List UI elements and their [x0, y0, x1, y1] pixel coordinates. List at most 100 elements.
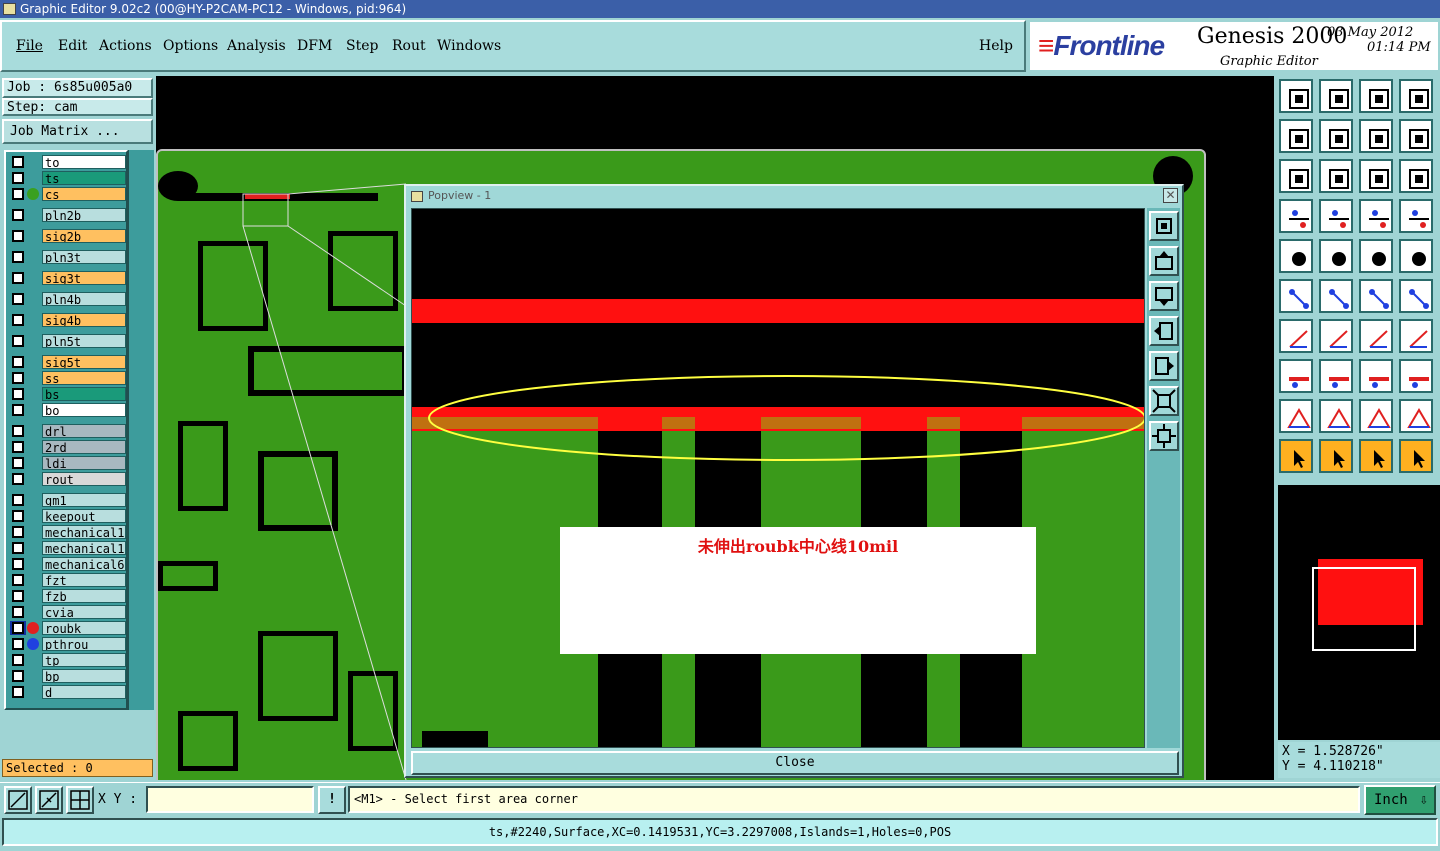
pan-left-button[interactable] — [1149, 316, 1179, 346]
layer-row-tp[interactable]: tp — [8, 653, 126, 667]
pan-down-button[interactable] — [1149, 281, 1179, 311]
layer-checkbox[interactable] — [12, 590, 24, 602]
layer-row-pln3t[interactable]: pln3t — [8, 250, 126, 264]
layer-row-ldi[interactable]: ldi — [8, 456, 126, 470]
layer-checkbox[interactable] — [12, 510, 24, 522]
layer-checkbox[interactable] — [12, 494, 24, 506]
save-button[interactable] — [1318, 78, 1354, 114]
layer-checkbox[interactable] — [12, 457, 24, 469]
layer-row-pln5t[interactable]: pln5t — [8, 334, 126, 348]
layer-checkbox[interactable] — [12, 473, 24, 485]
layer-checkbox[interactable] — [12, 172, 24, 184]
layer-list-scrollbar[interactable] — [128, 150, 154, 710]
pan-right-button[interactable] — [1149, 351, 1179, 381]
arc-triangle-button[interactable] — [1318, 398, 1354, 434]
layer-row-ss[interactable]: ss — [8, 371, 126, 385]
zoom-in-button[interactable] — [1149, 386, 1179, 416]
layer-row-mechanical15[interactable]: mechanical15 — [8, 541, 126, 555]
layer-checkbox[interactable] — [12, 574, 24, 586]
connect-button[interactable] — [1278, 278, 1314, 314]
probe-button[interactable] — [1318, 198, 1354, 234]
snap-point-button[interactable] — [1278, 358, 1314, 394]
layer-row-pln2b[interactable]: pln2b — [8, 208, 126, 222]
layer-row-bs[interactable]: bs — [8, 387, 126, 401]
snap-button[interactable] — [4, 786, 32, 814]
layer-compare-button[interactable] — [1398, 198, 1434, 234]
popview-close-icon[interactable]: ✕ — [1163, 188, 1178, 203]
layer-checkbox[interactable] — [12, 404, 24, 416]
layer-checkbox[interactable] — [12, 188, 24, 200]
layer-checkbox[interactable] — [12, 654, 24, 666]
layer-row-keepout[interactable]: keepout — [8, 509, 126, 523]
layer-row-fzb[interactable]: fzb — [8, 589, 126, 603]
menu-help[interactable]: Help — [979, 38, 1013, 54]
menu-dfm[interactable]: DFM — [297, 38, 332, 54]
home-button[interactable] — [1358, 78, 1394, 114]
layer-checkbox[interactable] — [12, 293, 24, 305]
menu-rout[interactable]: Rout — [392, 38, 426, 54]
units-selector[interactable]: Inch ⇩ — [1364, 785, 1436, 815]
layer-row-sig3t[interactable]: sig3t — [8, 271, 126, 285]
select-polygon-button[interactable] — [1358, 438, 1394, 474]
layer-row-d[interactable]: d — [8, 685, 126, 699]
menu-step[interactable]: Step — [346, 38, 378, 54]
pan-left-button[interactable] — [1278, 118, 1314, 154]
add-pad-button[interactable] — [1278, 238, 1314, 274]
resize-button[interactable] — [1398, 358, 1434, 394]
layer-checkbox[interactable] — [12, 388, 24, 400]
layer-row-bo[interactable]: bo — [8, 403, 126, 417]
layer-checkbox[interactable] — [12, 156, 24, 168]
layer-row-2rd[interactable]: 2rd — [8, 440, 126, 454]
delete-button[interactable] — [1318, 278, 1354, 314]
menu-options[interactable]: Options — [163, 38, 218, 54]
layer-row-mechanical13[interactable]: mechanical13 — [8, 525, 126, 539]
zoom-fit-button[interactable] — [1149, 211, 1179, 241]
warning-button[interactable]: ! — [318, 786, 346, 814]
layer-checkbox[interactable] — [12, 230, 24, 242]
move-end-button[interactable] — [1398, 278, 1434, 314]
layer-checkbox[interactable] — [12, 622, 24, 634]
layer-checkbox[interactable] — [12, 425, 24, 437]
ruler-button[interactable] — [1358, 238, 1394, 274]
layer-checkbox[interactable] — [12, 638, 24, 650]
layer-row-drl[interactable]: drl — [8, 424, 126, 438]
select-net-button[interactable] — [1398, 438, 1434, 474]
mirror-button[interactable] — [1358, 118, 1394, 154]
layer-select-button[interactable] — [1358, 198, 1394, 234]
layer-row-pthrou[interactable]: pthrou — [8, 637, 126, 651]
layer-row-pln4b[interactable]: pln4b — [8, 292, 126, 306]
angle-button[interactable] — [1278, 318, 1314, 354]
pan-right-button[interactable] — [1318, 118, 1354, 154]
break-line-button[interactable] — [1318, 358, 1354, 394]
layer-row-to[interactable]: to — [8, 155, 126, 169]
overview-viewport[interactable] — [1312, 567, 1416, 651]
layer-row-mechanical6[interactable]: mechanical6 — [8, 557, 126, 571]
pliers-button[interactable] — [1278, 198, 1314, 234]
layer-row-roubk[interactable]: roubk — [8, 621, 126, 635]
layer-checkbox[interactable] — [12, 686, 24, 698]
layer-checkbox[interactable] — [12, 670, 24, 682]
layer-checkbox[interactable] — [12, 441, 24, 453]
overview-map[interactable] — [1278, 485, 1440, 740]
window-split-button[interactable] — [1398, 78, 1434, 114]
pan-up-button[interactable] — [1149, 246, 1179, 276]
layer-row-fzt[interactable]: fzt — [8, 573, 126, 587]
xy-input[interactable] — [146, 786, 314, 813]
layer-checkbox[interactable] — [12, 542, 24, 554]
help-button[interactable] — [1398, 158, 1434, 194]
layer-row-sig4b[interactable]: sig4b — [8, 313, 126, 327]
layer-checkbox[interactable] — [12, 272, 24, 284]
align-button[interactable] — [1398, 318, 1434, 354]
arc-rect-button[interactable] — [1358, 398, 1394, 434]
layer-checkbox[interactable] — [12, 335, 24, 347]
layer-checkbox[interactable] — [12, 356, 24, 368]
layer-row-bp[interactable]: bp — [8, 669, 126, 683]
menu-actions[interactable]: Actions — [99, 38, 152, 54]
move-button[interactable] — [1358, 278, 1394, 314]
add-circle-button[interactable] — [1398, 238, 1434, 274]
add-line-button[interactable] — [1318, 238, 1354, 274]
layer-checkbox[interactable] — [12, 526, 24, 538]
menu-analysis[interactable]: Analysis — [227, 38, 286, 54]
zoom-center-button[interactable] — [1318, 158, 1354, 194]
menu-edit[interactable]: Edit — [58, 38, 87, 54]
